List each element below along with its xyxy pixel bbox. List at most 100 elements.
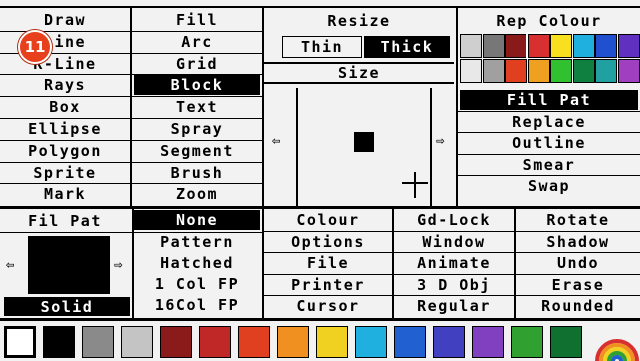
rep-menu-rule — [458, 175, 640, 177]
palette-swatch[interactable] — [160, 326, 192, 358]
fill-menu-rule — [132, 183, 262, 185]
palette-swatch[interactable] — [355, 326, 387, 358]
size-right-arrow-icon[interactable]: ⇨ — [436, 133, 444, 149]
rep-menu-item-replace[interactable]: Replace — [460, 112, 638, 132]
fill-menu-item-text[interactable]: Text — [134, 97, 260, 117]
menu-item-printer[interactable]: Printer — [264, 275, 392, 295]
menu-item-cursor[interactable]: Cursor — [264, 296, 392, 316]
fill-menu-rule — [132, 96, 262, 98]
fill-menu-item-arc[interactable]: Arc — [134, 32, 260, 52]
fill-menu-rule — [132, 161, 262, 163]
rep-menu-rule — [458, 110, 640, 112]
menu-item-shadow[interactable]: Shadow — [516, 232, 640, 252]
menu-item-colour[interactable]: Colour — [264, 210, 392, 230]
rep-colour-swatch[interactable] — [505, 34, 527, 58]
fill-menu-rule — [132, 52, 262, 54]
rep-colour-swatch[interactable] — [572, 59, 595, 83]
menu-item-file[interactable]: File — [264, 253, 392, 273]
rep-colour-swatch[interactable] — [505, 59, 527, 83]
menu-grid-divider — [514, 209, 516, 318]
thin-button[interactable]: Thin — [282, 36, 362, 58]
menu-item-undo[interactable]: Undo — [516, 253, 640, 273]
fill-menu-rule — [132, 74, 262, 76]
rep-colour-swatch[interactable] — [550, 34, 572, 58]
rep-colour-swatch[interactable] — [482, 59, 505, 83]
rep-colour-swatch[interactable] — [550, 59, 572, 83]
size-label: Size — [264, 62, 454, 84]
fil-pat-rule — [0, 232, 262, 233]
rep-colour-swatch[interactable] — [525, 32, 552, 60]
fill-menu-item-brush[interactable]: Brush — [134, 163, 260, 183]
palette-swatch[interactable] — [433, 326, 465, 358]
draw-menu-item-rays[interactable]: Rays — [0, 75, 130, 95]
fill-menu-item-segment[interactable]: Segment — [134, 141, 260, 161]
menu-grid-rule — [262, 230, 640, 232]
palette-swatch[interactable] — [511, 326, 543, 358]
rep-menu-item-fill-pat[interactable]: Fill Pat — [460, 90, 638, 110]
menu-item-erase[interactable]: Erase — [516, 275, 640, 295]
fill-menu-item-zoom[interactable]: Zoom — [134, 184, 260, 204]
hatched-button[interactable]: Hatched — [134, 253, 260, 273]
rep-menu-item-swap[interactable]: Swap — [460, 176, 638, 196]
menu-item-window[interactable]: Window — [394, 232, 514, 252]
fil-pat-title: Fil Pat — [28, 212, 102, 230]
rep-colour-swatch[interactable] — [460, 34, 482, 58]
palette-swatch[interactable] — [277, 326, 309, 358]
palette-swatch[interactable] — [82, 326, 114, 358]
palette-swatch[interactable] — [4, 326, 36, 358]
draw-menu-item-polygon[interactable]: Polygon — [0, 141, 130, 161]
rep-colour-swatch[interactable] — [482, 34, 505, 58]
menu-item-3-d-obj[interactable]: 3 D Obj — [394, 275, 514, 295]
menu-item-rounded[interactable]: Rounded — [516, 296, 640, 316]
palette-swatch[interactable] — [472, 326, 504, 358]
draw-menu-item-mark[interactable]: Mark — [0, 184, 130, 204]
rep-colour-swatch[interactable] — [617, 59, 640, 83]
fill-menu-rule — [132, 118, 262, 119]
palette-swatch[interactable] — [394, 326, 426, 358]
none-button[interactable]: None — [134, 210, 260, 230]
draw-menu-item-sprite[interactable]: Sprite — [0, 163, 130, 183]
rep-menu-item-smear[interactable]: Smear — [460, 155, 638, 175]
rep-colour-title: Rep Colour — [496, 12, 602, 30]
fill-menu-item-fill[interactable]: Fill — [134, 10, 260, 30]
palette-swatch[interactable] — [121, 326, 153, 358]
palette-swatch[interactable] — [316, 326, 348, 358]
menu-item-gd-lock[interactable]: Gd-Lock — [394, 210, 514, 230]
palette-swatch[interactable] — [43, 326, 75, 358]
frame-mid — [0, 206, 640, 209]
fill-menu-item-spray[interactable]: Spray — [134, 119, 260, 139]
fill-menu-item-block[interactable]: Block — [134, 75, 260, 96]
palette-swatch[interactable] — [550, 326, 582, 358]
rep-colour-swatch[interactable] — [595, 34, 617, 58]
size-left-arrow-icon[interactable]: ⇦ — [272, 133, 280, 149]
one-col-fp-button[interactable]: 1 Col FP — [134, 274, 260, 294]
draw-menu-item-box[interactable]: Box — [0, 97, 130, 117]
rep-colour-swatch[interactable] — [617, 34, 640, 58]
pattern-right-arrow-icon[interactable]: ⇨ — [114, 257, 122, 273]
rep-colour-swatch[interactable] — [595, 59, 617, 83]
pattern-left-arrow-icon[interactable]: ⇦ — [6, 257, 14, 273]
draw-menu-rule — [0, 183, 130, 185]
resize-title: Resize — [327, 12, 391, 30]
pattern-button[interactable]: Pattern — [134, 232, 260, 252]
draw-menu-item-draw[interactable]: Draw — [0, 10, 130, 30]
rep-menu-rule — [458, 153, 640, 155]
fill-menu-item-grid[interactable]: Grid — [134, 54, 260, 74]
draw-menu-item-k-line[interactable]: K-Line — [0, 54, 130, 74]
sixteen-col-fp-button[interactable]: 16Col FP — [134, 295, 260, 315]
thick-button[interactable]: Thick — [364, 36, 450, 58]
menu-item-rotate[interactable]: Rotate — [516, 210, 640, 230]
palette-swatch[interactable] — [199, 326, 231, 358]
menu-item-options[interactable]: Options — [264, 232, 392, 252]
menu-item-regular[interactable]: Regular — [394, 296, 514, 316]
rep-colour-swatch[interactable] — [460, 59, 482, 83]
rep-menu-item-outline[interactable]: Outline — [460, 133, 638, 153]
draw-menu-item-ellipse[interactable]: Ellipse — [0, 119, 130, 139]
menu-grid-divider — [392, 209, 394, 318]
solid-button[interactable]: Solid — [4, 297, 130, 316]
palette-swatch[interactable] — [238, 326, 270, 358]
draw-menu-rule — [0, 161, 130, 163]
menu-item-animate[interactable]: Animate — [394, 253, 514, 273]
rep-colour-swatch[interactable] — [527, 59, 550, 83]
rep-colour-swatch[interactable] — [572, 34, 595, 58]
